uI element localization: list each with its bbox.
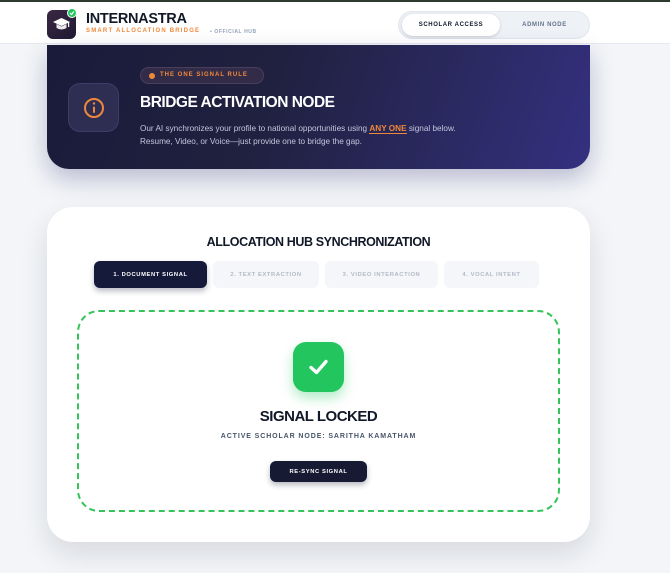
brand-tag: • OFFICIAL HUB: [210, 29, 257, 35]
signal-dropzone[interactable]: SIGNAL LOCKED ACTIVE SCHOLAR NODE: SARIT…: [77, 310, 560, 512]
rule-badge-label: THE ONE SIGNAL RULE: [160, 72, 248, 78]
hero-desc-text: Our AI synchronizes your profile to nati…: [140, 124, 370, 133]
hero-desc-highlight: ANY ONE: [369, 124, 407, 134]
hero-title: BRIDGE ACTIVATION NODE: [140, 94, 335, 111]
scholar-access-button[interactable]: SCHOLAR ACCESS: [402, 14, 500, 36]
step-vocal-intent[interactable]: 4. VOCAL INTENT: [444, 261, 539, 288]
hero-description: Our AI synchronizes your profile to nati…: [140, 122, 470, 148]
allocation-hub-card: ALLOCATION HUB SYNCHRONIZATION 1. DOCUME…: [47, 207, 590, 542]
step-text-extraction[interactable]: 2. TEXT EXTRACTION: [213, 261, 319, 288]
brand-title: INTERNASTRA: [86, 11, 187, 27]
success-badge: [293, 342, 344, 392]
brand-subtitle: SMART ALLOCATION BRIDGE: [86, 28, 201, 34]
hero-icon-container: [68, 83, 119, 132]
admin-node-button[interactable]: ADMIN NODE: [500, 14, 589, 36]
step-document-signal[interactable]: 1. DOCUMENT SIGNAL: [94, 261, 207, 288]
access-mode-toggle: SCHOLAR ACCESS ADMIN NODE: [398, 11, 590, 39]
rule-dot-icon: [149, 73, 155, 79]
hero-banner: THE ONE SIGNAL RULE BRIDGE ACTIVATION NO…: [47, 45, 590, 169]
hub-title: ALLOCATION HUB SYNCHRONIZATION: [206, 235, 431, 249]
logo[interactable]: [47, 8, 77, 39]
info-icon: [84, 98, 104, 118]
check-icon: [309, 359, 328, 375]
verified-badge-icon: [67, 8, 77, 18]
app-header: INTERNASTRA SMART ALLOCATION BRIDGE • OF…: [0, 2, 670, 44]
status-title: SIGNAL LOCKED: [259, 408, 378, 425]
resync-signal-button[interactable]: RE-SYNC SIGNAL: [270, 461, 367, 482]
status-subtitle: ACTIVE SCHOLAR NODE: SARITHA KAMATHAM: [220, 433, 417, 440]
rule-badge: THE ONE SIGNAL RULE: [140, 67, 264, 84]
graduation-cap-icon: [53, 18, 70, 30]
step-video-interaction[interactable]: 3. VIDEO INTERACTION: [325, 261, 438, 288]
